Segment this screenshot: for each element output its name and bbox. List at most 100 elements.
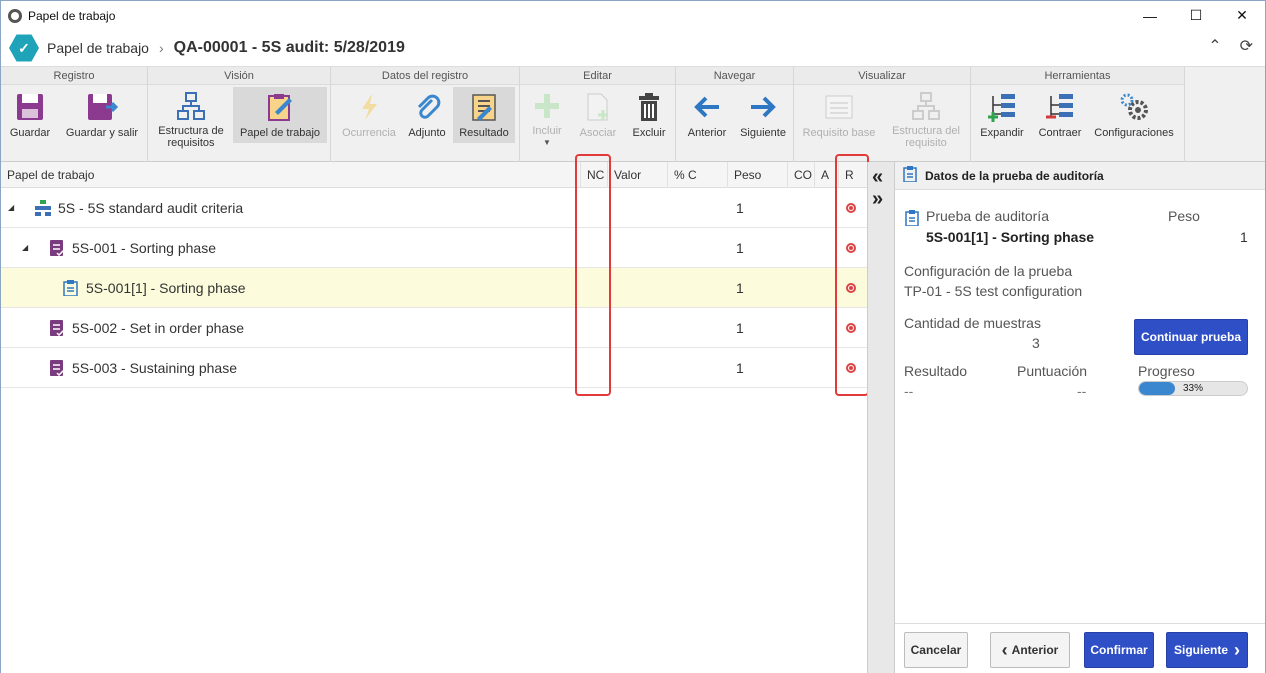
nc-column-highlight [575,154,611,396]
worksheet-grid: Papel de trabajo NC Valor % C Peso CO A … [1,154,869,673]
result-button[interactable]: Resultado [453,87,515,143]
settings-button[interactable]: Configuraciones [1091,87,1177,143]
ribbon-group-vision: Visión Estructura de requisitos Papel de… [148,67,331,163]
criteria-tree-icon [35,200,51,219]
base-requirement-label: Requisito base [802,127,876,139]
panel-header: Datos de la prueba de auditoría [895,162,1265,190]
audit-test-icon [63,280,79,299]
save-and-exit-button[interactable]: Guardar y salir [61,87,143,143]
collapse-triangle-icon[interactable]: ◢ [8,188,14,228]
attachment-button[interactable]: Adjunto [404,87,450,143]
col-header-co[interactable]: CO [787,162,814,188]
checklist-icon [49,320,65,339]
ribbon-group-navegar: Navegar Anterior Siguiente [676,67,794,163]
expand-tree-icon [986,91,1018,123]
col-header-valor[interactable]: Valor [607,162,667,188]
save-button[interactable]: Guardar [5,87,55,143]
next-step-label: Siguiente [1173,643,1228,657]
table-row[interactable]: ◢ 5S - 5S standard audit criteria 1 [1,188,867,228]
col-header-pct-c[interactable]: % C [667,162,727,188]
hierarchy-icon [175,91,207,121]
hierarchy-disabled-icon [910,91,942,121]
occurrence-button[interactable]: Ocurrencia [335,87,403,143]
table-row[interactable]: 5S-002 - Set in order phase 1 [1,308,867,348]
expand-button[interactable]: Expandir [975,87,1029,143]
previous-button[interactable]: Anterior [680,87,734,143]
associate-button[interactable]: Asociar [574,87,622,143]
window-title: Papel de trabajo [28,8,116,23]
row-peso: 1 [736,200,744,216]
next-button[interactable]: Siguiente [736,87,790,143]
table-row-selected[interactable]: 5S-001[1] - Sorting phase 1 [1,268,867,308]
ribbon-group-visualizar: Visualizar Requisito base Estructura del… [794,67,971,163]
previous-step-label: Anterior [1011,643,1059,657]
checklist-icon [49,240,65,259]
app-window: Papel de trabajo — ☐ ✕ ✓ Papel de trabaj… [0,0,1266,673]
row-label: 5S-003 - Sustaining phase [72,360,237,376]
prueba-value: 5S-001[1] - Sorting phase [926,229,1095,245]
base-requirement-button[interactable]: Requisito base [798,87,880,143]
progress-percent: 33% [1182,383,1203,394]
resultado-value: -- [904,383,914,399]
minimize-button[interactable]: — [1127,1,1173,30]
double-chevron-right-icon[interactable]: » [872,188,883,211]
delete-button[interactable]: Excluir [626,87,672,143]
list-window-icon [823,91,855,123]
row-peso: 1 [736,360,744,376]
page-header: ✓ Papel de trabajo › QA-00001 - 5S audit… [1,30,1265,66]
continue-test-button[interactable]: Continuar prueba [1134,319,1248,355]
double-chevron-left-icon[interactable]: « [872,166,883,189]
requirement-structure-button[interactable]: Estructura del requisito [884,87,968,149]
chevron-left-icon: ‹ [1001,639,1008,660]
include-button[interactable]: Incluir ▼ [524,87,570,147]
row-label: 5S-001[1] - Sorting phase [86,280,246,296]
panel-title: Datos de la prueba de auditoría [925,168,1104,183]
row-label: 5S - 5S standard audit criteria [58,200,244,216]
trash-icon [633,91,665,123]
add-document-icon [582,91,614,123]
worksheet-label: Papel de trabajo [239,127,321,139]
delete-label: Excluir [632,127,666,139]
grid-header: Papel de trabajo NC Valor % C Peso CO A … [1,162,867,188]
expand-label: Expandir [980,127,1024,139]
ribbon-toolbar: Registro Guardar Guardar y salir Visión [1,66,1265,163]
config-value: TP-01 - 5S test configuration [904,283,1083,299]
table-row[interactable]: ◢ 5S-001 - Sorting phase 1 [1,228,867,268]
close-button[interactable]: ✕ [1219,1,1265,30]
row-label: 5S-002 - Set in order phase [72,320,244,336]
cancel-button[interactable]: Cancelar [904,632,968,668]
checklist-icon [49,360,65,379]
collapse-header-icon[interactable]: ⌃ [1208,36,1221,56]
breadcrumb-chevron-icon: › [158,40,164,56]
gears-icon [1118,91,1150,123]
group-label: Registro [1,67,147,85]
collapse-triangle-icon[interactable]: ◢ [22,228,28,268]
occurrence-label: Ocurrencia [342,127,396,139]
audit-test-panel: Datos de la prueba de auditoría Prueba d… [895,162,1265,673]
app-logo-icon: ✓ [9,34,39,62]
worksheet-view-button[interactable]: Papel de trabajo [233,87,327,143]
group-label: Visualizar [794,67,970,85]
prueba-label: Prueba de auditoría [926,208,1049,224]
breadcrumb[interactable]: Papel de trabajo [47,40,149,56]
col-header-peso[interactable]: Peso [727,162,787,188]
col-header-papel[interactable]: Papel de trabajo [1,162,580,188]
title-bar: Papel de trabajo — ☐ ✕ [1,1,1265,30]
maximize-button[interactable]: ☐ [1173,1,1219,30]
config-label: Configuración de la prueba [904,263,1073,279]
collapse-label: Contraer [1038,127,1082,139]
refresh-icon[interactable]: ⟳ [1240,36,1253,56]
row-peso: 1 [736,240,744,256]
ribbon-group-registro: Registro Guardar Guardar y salir [1,67,148,163]
dropdown-arrow-icon: ▼ [543,138,551,147]
collapse-button[interactable]: Contraer [1033,87,1087,143]
next-step-button[interactable]: Siguiente › [1166,632,1248,668]
panel-splitter[interactable]: « » [867,162,895,673]
requirements-structure-button[interactable]: Estructura de requisitos [152,87,230,149]
puntuacion-label: Puntuación [1017,363,1088,379]
previous-step-button[interactable]: ‹ Anterior [990,632,1070,668]
table-row[interactable]: 5S-003 - Sustaining phase 1 [1,348,867,388]
next-label: Siguiente [740,127,786,139]
settings-label: Configuraciones [1094,127,1174,139]
confirm-button[interactable]: Confirmar [1084,632,1154,668]
